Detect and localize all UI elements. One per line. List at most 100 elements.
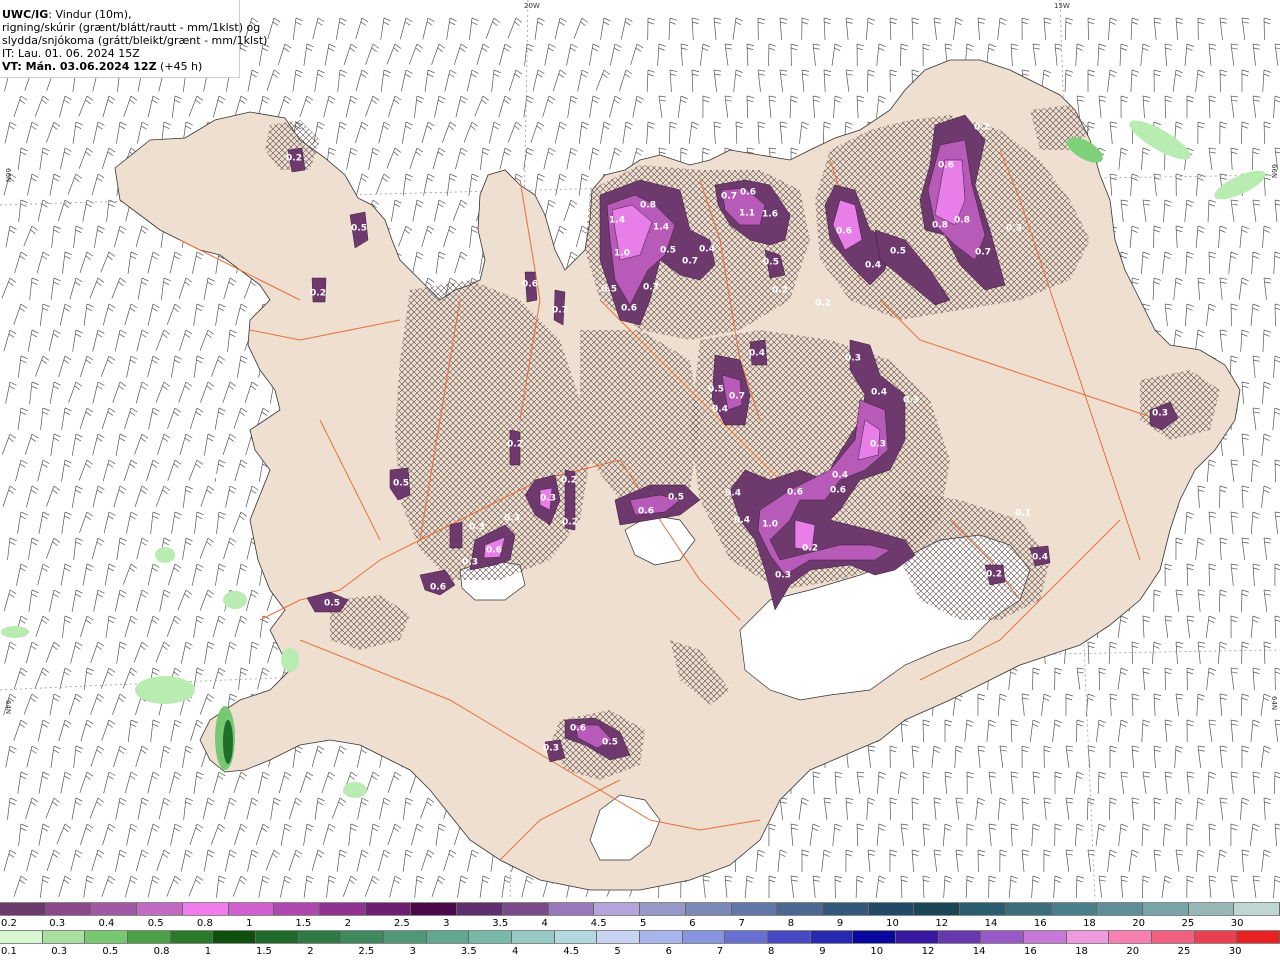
precip-value-label: 0.5 <box>660 246 676 256</box>
legend-swatch <box>182 903 229 915</box>
legend-label: 4 <box>541 918 548 929</box>
precip-value-label: 0.2 <box>507 440 523 450</box>
precip-value-label: 0.2 <box>815 299 831 309</box>
precip-value-label: 0.3 <box>1006 224 1022 234</box>
legend-swatch <box>981 931 1025 943</box>
legend-swatch <box>548 903 595 915</box>
legend-label: 9 <box>819 946 826 957</box>
legend-label: 4 <box>512 946 519 957</box>
precip-value-label: 0.7 <box>721 192 737 202</box>
legend-label: 0.8 <box>153 946 170 957</box>
precip-value-label: 0.5 <box>601 285 617 295</box>
precip-value-label: 0.4 <box>832 471 848 481</box>
legend-swatch <box>91 903 138 915</box>
legend-swatch <box>822 903 869 915</box>
precip-value-label: 0.6 <box>787 488 803 498</box>
rain-colorbar-labels: 0.1 0.3 0.5 0.8 1 1.5 2 2.5 3 3.5 4 4.5 5 6 7 8 9 10 12 14 1… <box>0 946 1280 958</box>
precip-value-label: 1.1 <box>739 209 755 219</box>
precip-value-label: 0.2 <box>561 476 577 486</box>
legend-label: 3.5 <box>492 918 509 929</box>
legend-swatch <box>1194 931 1238 943</box>
legend-swatch <box>411 903 458 915</box>
precip-value-label: 0.2 <box>310 289 326 299</box>
lon-label-20w: 20W <box>524 2 540 10</box>
legend-label: 1.5 <box>295 918 312 929</box>
legend-swatch <box>502 903 549 915</box>
legend-swatch <box>597 931 641 943</box>
precip-value-label: 0.4 <box>712 405 728 415</box>
precip-value-label: 0.3 <box>469 523 485 533</box>
legend-swatch <box>594 903 641 915</box>
legend-swatch <box>1152 931 1195 943</box>
precip-value-label: 0.4 <box>749 349 765 359</box>
legend-swatch <box>128 931 171 943</box>
legend-swatch <box>365 903 412 915</box>
legend-label: 3.5 <box>460 946 477 957</box>
legend-label: 0.2 <box>1 918 17 929</box>
snow-colorbar-labels: 0.2 0.3 0.4 0.5 0.8 1 1.5 2 2.5 3 3.5 4 4.5 5 6 7 8 9 10 12… <box>0 918 1280 930</box>
precip-value-label: 0.4 <box>1032 553 1048 563</box>
legend-swatch <box>938 931 982 943</box>
lat-label-right-64n: 64N <box>1270 696 1278 710</box>
precip-value-label: 0.3 <box>870 440 886 450</box>
legend-swatch <box>1142 903 1189 915</box>
legend-swatch <box>426 931 470 943</box>
precip-value-label: 0.2 <box>562 518 578 528</box>
legend-swatch <box>960 903 1006 915</box>
legend-label: 25 <box>1181 918 1195 929</box>
precip-value-label: 0.3 <box>845 354 861 364</box>
precip-value-label: 0.6 <box>938 161 954 171</box>
precip-value-label: 0.2 <box>772 286 788 296</box>
legend-swatch <box>341 931 385 943</box>
lat-label-left-64n: 64N <box>4 700 12 714</box>
legend-swatch <box>170 931 214 943</box>
legend-label: 16 <box>1024 946 1037 957</box>
legend-label: 18 <box>1075 946 1088 957</box>
legend-swatch <box>725 931 769 943</box>
precip-value-label: 0.5 <box>602 738 618 748</box>
precip-value-label: 0.6 <box>836 227 852 237</box>
legend-swatch <box>137 903 183 915</box>
legend-label: 1.5 <box>256 946 272 957</box>
legend-swatch <box>1109 931 1153 943</box>
legend-label: 2 <box>307 946 314 957</box>
legend-swatch <box>0 903 46 915</box>
legend-swatch <box>1097 903 1143 915</box>
precip-value-label: 0.8 <box>954 216 970 226</box>
legend-label: 3 <box>443 918 450 929</box>
precip-value-label: 0.5 <box>708 385 724 395</box>
precip-value-label: 0.4 <box>734 516 750 526</box>
precip-value-label: 0.6 <box>522 280 538 290</box>
precip-value-label: 0.3 <box>462 558 478 568</box>
precip-value-label: 0.2 <box>974 123 990 133</box>
legend-label: 4.5 <box>590 918 607 929</box>
legend-swatch <box>0 931 43 943</box>
legend-label: 10 <box>886 918 899 929</box>
legend-label: 4.5 <box>563 946 580 957</box>
legend-label: 9 <box>836 918 844 929</box>
legend-swatch <box>685 903 732 915</box>
legend-swatch <box>228 903 275 915</box>
lon-label-15w: 15W <box>1054 2 1070 10</box>
map-title-box: UWC/IG: Vindur (10m), rigning/skúrir (gr… <box>0 0 267 78</box>
precip-value-label: 0.5 <box>890 247 906 257</box>
legend-swatch <box>384 931 427 943</box>
legend-swatch <box>1188 903 1235 915</box>
legend-label: 7 <box>738 918 745 929</box>
snow-colorbar <box>0 902 1280 916</box>
valid-time-line: VT: Mán. 03.06.2024 12Z (+45 h) <box>2 60 239 73</box>
legend-swatch <box>457 903 503 915</box>
legend-label: 0.8 <box>196 918 213 929</box>
precip-value-label: 0.6 <box>430 583 446 593</box>
legend-label: 3 <box>409 946 416 957</box>
precip-value-label: 0.4 <box>865 261 881 271</box>
precip-value-label: 0.5 <box>324 599 340 609</box>
forecast-hour: (+45 h) <box>156 60 203 73</box>
legend-swatch <box>853 931 897 943</box>
legend-swatch <box>45 903 92 915</box>
legend-swatch <box>320 903 366 915</box>
legend-label: 12 <box>921 946 935 957</box>
precip-value-label: 0.6 <box>486 546 502 556</box>
precip-value-label: 0.6 <box>740 188 756 198</box>
legend-swatch <box>256 931 299 943</box>
